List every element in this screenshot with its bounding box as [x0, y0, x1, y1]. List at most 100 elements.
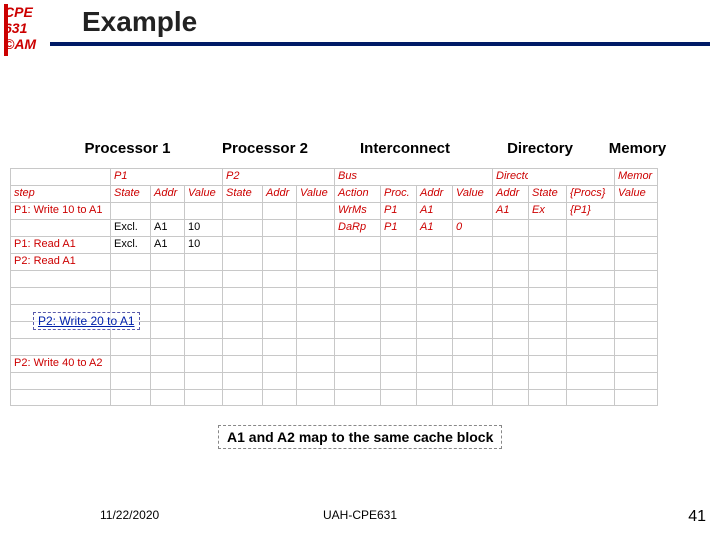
cell: [416, 389, 452, 406]
cell: [380, 321, 416, 338]
cell: [492, 389, 528, 406]
footer-page-number: 41: [688, 508, 706, 526]
cell: [492, 372, 528, 389]
table-row: [10, 338, 710, 355]
hdr-dir-addr: Addr: [492, 185, 528, 202]
cell: [614, 287, 658, 304]
cell: [222, 202, 262, 219]
cell: [334, 236, 380, 253]
cell: P1: Write 10 to A1: [10, 202, 110, 219]
cell: [222, 321, 262, 338]
cell: [184, 270, 222, 287]
cell: [184, 202, 222, 219]
cell: [614, 219, 658, 236]
hdr-bus-action: Action: [334, 185, 380, 202]
cell: [614, 372, 658, 389]
cell: [566, 219, 614, 236]
table-header-row: step State Addr Value State Addr Value A…: [10, 185, 710, 202]
cell-p2-label: P2: [222, 168, 262, 185]
cell: [380, 389, 416, 406]
cell: [334, 321, 380, 338]
header-processor-1: Processor 1: [50, 140, 205, 157]
cell: [110, 355, 150, 372]
cell: [222, 236, 262, 253]
hdr-bus-addr: Addr: [416, 185, 452, 202]
cell: [150, 304, 184, 321]
hdr-step: step: [10, 185, 110, 202]
cell: [334, 338, 380, 355]
cell: [150, 389, 184, 406]
cell: [380, 304, 416, 321]
cell: [614, 355, 658, 372]
cell: [380, 236, 416, 253]
cell: [150, 338, 184, 355]
cell: [614, 236, 658, 253]
logo-accent-bar: [4, 4, 8, 56]
cell: [150, 287, 184, 304]
cell: [222, 372, 262, 389]
table-row: P2: Write 40 to A2: [10, 355, 710, 372]
cell: [150, 321, 184, 338]
cell: [566, 321, 614, 338]
cell: [150, 372, 184, 389]
header-directory: Directory: [485, 140, 595, 157]
cell: Excl.: [110, 236, 150, 253]
cell: [566, 355, 614, 372]
hdr-bus-proc: Proc.: [380, 185, 416, 202]
cell: [614, 338, 658, 355]
cell: [262, 253, 296, 270]
hdr-p2-state: State: [222, 185, 262, 202]
cell: [528, 287, 566, 304]
table-row: P1: Write 10 to A1WrMsP1A1A1Ex{P1}: [10, 202, 710, 219]
cell: [492, 270, 528, 287]
cell: [528, 304, 566, 321]
cell: P1: [380, 202, 416, 219]
cell: [184, 389, 222, 406]
cell: [262, 304, 296, 321]
table-section-row: P1 P2 Bus Directory Memor: [10, 168, 710, 185]
cell: [566, 287, 614, 304]
cell: 10: [184, 219, 222, 236]
cell: [380, 287, 416, 304]
cell: A1: [150, 219, 184, 236]
cell: [184, 338, 222, 355]
cell: 10: [184, 236, 222, 253]
cell: [334, 287, 380, 304]
cell: [528, 321, 566, 338]
cell: [262, 355, 296, 372]
logo-line-1: CPE: [4, 4, 44, 20]
cell: [222, 219, 262, 236]
cell: [262, 270, 296, 287]
cell: A1: [492, 202, 528, 219]
cell: [528, 372, 566, 389]
cell: [334, 253, 380, 270]
cell: [614, 253, 658, 270]
cell: [528, 270, 566, 287]
cell: [416, 287, 452, 304]
hdr-dir-value: Value: [614, 185, 658, 202]
cell: [184, 253, 222, 270]
cell: [614, 389, 658, 406]
cell: [296, 389, 334, 406]
cell: [10, 219, 110, 236]
cell: [296, 236, 334, 253]
cell: [452, 304, 492, 321]
hdr-bus-value: Value: [452, 185, 492, 202]
cell: [452, 287, 492, 304]
cell: [452, 372, 492, 389]
cell: [222, 253, 262, 270]
cell: [452, 253, 492, 270]
cell: [380, 338, 416, 355]
cell: 0: [452, 219, 492, 236]
table-row: P2: Read A1: [10, 253, 710, 270]
cell: [380, 372, 416, 389]
cell: [296, 304, 334, 321]
cell: [262, 389, 296, 406]
cell: [262, 219, 296, 236]
cell: [150, 202, 184, 219]
header-processor-2: Processor 2: [205, 140, 325, 157]
slide-title: Example: [82, 6, 197, 38]
cell: [380, 253, 416, 270]
cell: P2: Read A1: [10, 253, 110, 270]
header-memory: Memory: [595, 140, 680, 157]
